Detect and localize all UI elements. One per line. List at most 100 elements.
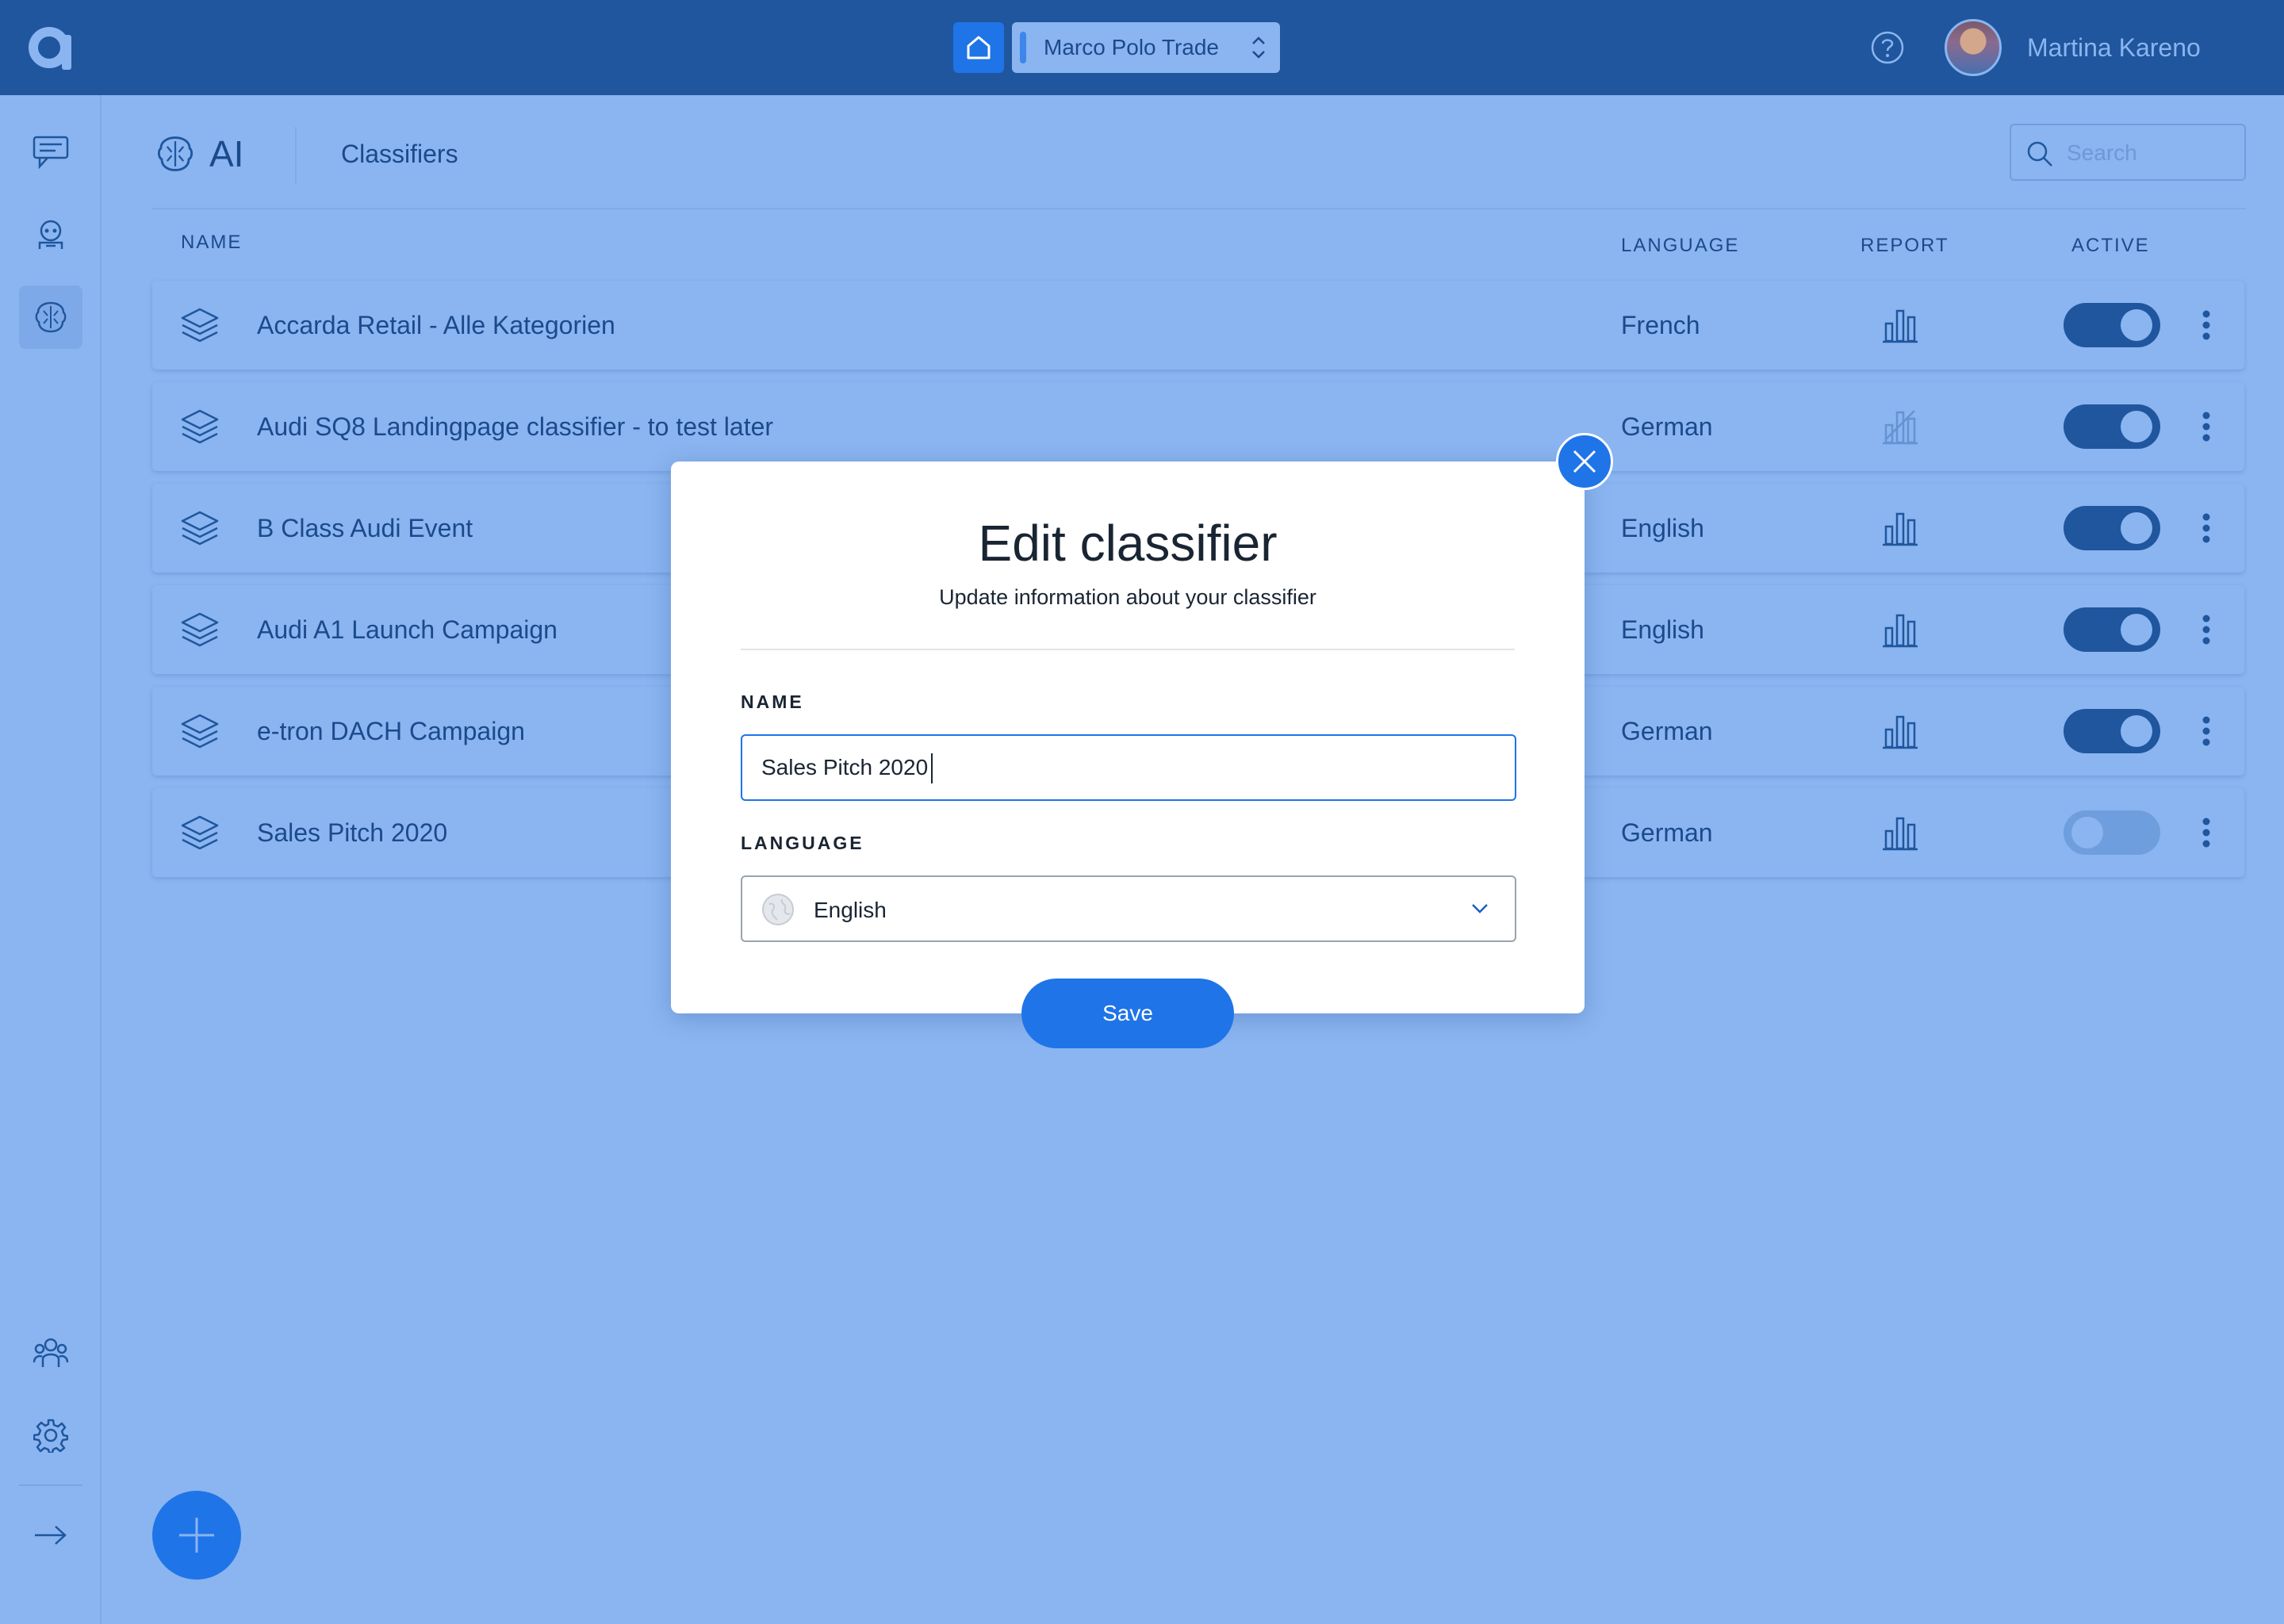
help-icon: [1871, 31, 1904, 64]
column-header-language[interactable]: LANGUAGE: [1621, 235, 1739, 257]
report-chart-icon[interactable]: [1881, 814, 1919, 852]
active-toggle[interactable]: [2064, 303, 2160, 347]
help-button[interactable]: [1870, 30, 1905, 65]
plus-icon: [179, 1518, 214, 1553]
report-chart-icon[interactable]: [1881, 611, 1919, 649]
column-header-name[interactable]: NAME: [181, 232, 242, 254]
home-button[interactable]: [953, 22, 1004, 73]
classifier-language: German: [1621, 412, 1713, 441]
workspace-name: Marco Polo Trade: [1044, 35, 1219, 59]
edit-classifier-modal: Edit classifier Update information about…: [671, 462, 1585, 1013]
layers-icon: [181, 308, 219, 343]
sidebar-item-settings[interactable]: [19, 1404, 82, 1467]
text-caret: [931, 753, 933, 783]
active-toggle[interactable]: [2064, 506, 2160, 550]
more-options-icon[interactable]: [2198, 509, 2214, 547]
more-options-icon[interactable]: [2198, 306, 2214, 344]
report-chart-icon[interactable]: [1881, 712, 1919, 750]
name-label: NAME: [741, 691, 804, 712]
sidebar-item-conversations[interactable]: [19, 121, 82, 184]
search-input[interactable]: [2067, 133, 2233, 173]
name-input-value: Sales Pitch 2020: [761, 755, 929, 779]
close-icon: [1573, 450, 1596, 473]
toggle-knob: [2071, 817, 2103, 848]
more-options-icon[interactable]: [2198, 814, 2214, 852]
modal-subtitle: Update information about your classifier: [939, 585, 1316, 609]
globe-icon: [762, 894, 794, 925]
collapse-arrow-icon: [35, 1526, 67, 1545]
ai-brain-icon: [157, 136, 194, 171]
table-row[interactable]: Audi SQ8 Landingpage classifier - to tes…: [152, 382, 2244, 471]
active-toggle[interactable]: [2064, 607, 2160, 652]
section-header: AI: [155, 130, 243, 178]
layers-icon: [181, 409, 219, 444]
sidebar-item-team[interactable]: [19, 1321, 82, 1385]
classifier-language: English: [1621, 615, 1704, 644]
toggle-knob: [2121, 715, 2152, 747]
save-button[interactable]: Save: [1021, 979, 1234, 1048]
table-row[interactable]: Accarda Retail - Alle Kategorien French: [152, 281, 2244, 370]
search-icon: [2027, 141, 2052, 167]
modal-title: Edit classifier: [978, 515, 1278, 572]
active-toggle[interactable]: [2064, 709, 2160, 753]
toggle-knob: [2121, 512, 2152, 544]
top-bar: Marco Polo Trade Martina Kareno: [0, 0, 2284, 95]
report-chart-icon[interactable]: [1881, 306, 1919, 344]
sidebar-divider: [19, 1484, 82, 1486]
layers-icon: [181, 815, 219, 850]
user-name[interactable]: Martina Kareno: [2027, 0, 2201, 95]
search-box[interactable]: [2010, 124, 2246, 181]
more-options-icon[interactable]: [2198, 712, 2214, 750]
active-toggle[interactable]: [2064, 404, 2160, 449]
classifier-name-input[interactable]: Sales Pitch 2020: [741, 734, 1516, 801]
layers-icon: [181, 612, 219, 647]
up-down-chevron-icon: [1252, 36, 1265, 59]
language-select[interactable]: English: [741, 875, 1516, 942]
sidebar-item-ai[interactable]: [19, 285, 82, 349]
layers-icon: [181, 714, 219, 749]
classifier-language: German: [1621, 717, 1713, 745]
team-icon: [33, 1338, 69, 1367]
header-divider-line: [152, 208, 2246, 209]
bot-icon: [38, 220, 63, 249]
classifier-name[interactable]: Audi SQ8 Landingpage classifier - to tes…: [257, 382, 773, 471]
layers-icon: [181, 511, 219, 546]
sidebar-collapse-button[interactable]: [19, 1503, 82, 1567]
settings-icon: [33, 1419, 68, 1453]
classifier-name[interactable]: e-tron DACH Campaign: [257, 687, 525, 776]
breadcrumb: Classifiers: [341, 140, 458, 168]
sidebar-item-bots[interactable]: [19, 203, 82, 266]
classifier-name[interactable]: B Class Audi Event: [257, 484, 473, 573]
sidebar: [0, 95, 102, 1624]
toggle-knob: [2121, 614, 2152, 645]
classifier-name[interactable]: Audi A1 Launch Campaign: [257, 585, 558, 674]
home-icon: [967, 36, 991, 59]
language-select-value: English: [814, 898, 887, 922]
language-label: LANGUAGE: [741, 833, 864, 853]
active-toggle[interactable]: [2064, 810, 2160, 855]
modal-close-button[interactable]: [1556, 433, 1613, 490]
header-divider: [295, 127, 297, 184]
report-chart-icon: [1883, 410, 1918, 445]
app-logo[interactable]: [27, 25, 75, 70]
more-options-icon[interactable]: [2198, 408, 2214, 446]
more-options-icon[interactable]: [2198, 611, 2214, 649]
column-header-report: REPORT: [1861, 235, 1949, 256]
toggle-knob: [2121, 411, 2152, 442]
toggle-knob: [2121, 309, 2152, 341]
avatar[interactable]: [1945, 19, 2002, 76]
ai-brain-icon: [35, 301, 67, 333]
classifier-language: English: [1621, 514, 1704, 542]
chevron-down-icon: [1472, 904, 1488, 914]
classifier-name[interactable]: Accarda Retail - Alle Kategorien: [257, 281, 615, 370]
workspace-color-bar: [1020, 32, 1026, 63]
column-header-active: ACTIVE: [2071, 235, 2150, 256]
classifier-language: French: [1621, 311, 1700, 339]
workspace-switcher[interactable]: Marco Polo Trade: [1012, 22, 1280, 73]
add-classifier-button[interactable]: [152, 1491, 241, 1580]
classifier-name[interactable]: Sales Pitch 2020: [257, 788, 447, 877]
conversations-icon: [33, 136, 69, 170]
report-chart-icon[interactable]: [1881, 509, 1919, 547]
modal-divider: [741, 649, 1515, 650]
classifier-language: German: [1621, 818, 1713, 847]
